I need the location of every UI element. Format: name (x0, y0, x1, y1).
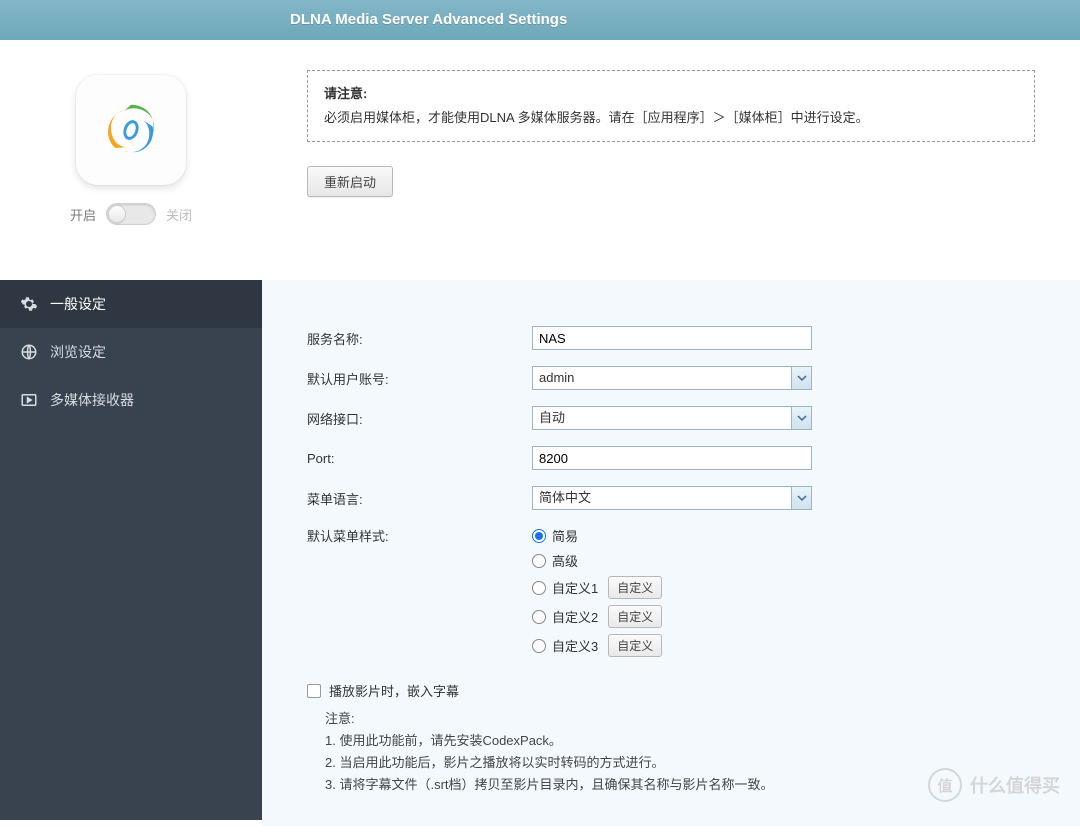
menu-lang-label: 菜单语言: (307, 489, 532, 508)
port-label: Port: (307, 451, 532, 466)
radio-icon (532, 554, 546, 568)
settings-form: 服务名称: 默认用户账号: admin 网络接口: 自动 (262, 280, 1080, 826)
note-3: 3. 请将字幕文件（.srt档）拷贝至影片目录内，且确保其名称与影片名称一致。 (325, 774, 1035, 796)
embed-subtitle-label: 播放影片时，嵌入字幕 (329, 681, 459, 700)
radio-label[interactable]: 自定义2 (552, 607, 598, 626)
default-user-value: admin (533, 367, 791, 389)
chevron-down-icon (791, 407, 811, 429)
menu-style-label: 默认菜单样式: (307, 526, 532, 545)
interface-label: 网络接口: (307, 409, 532, 428)
radio-label[interactable]: 自定义1 (552, 578, 598, 597)
sidebar-item-label: 浏览设定 (50, 342, 106, 362)
port-input[interactable] (532, 446, 812, 470)
menu-lang-value: 简体中文 (533, 487, 791, 509)
menu-style-option-simple[interactable]: 简易 (532, 526, 662, 545)
sidebar-item-general[interactable]: 一般设定 (0, 280, 262, 328)
swirl-icon (95, 94, 167, 166)
service-name-label: 服务名称: (307, 329, 532, 348)
notice-body: 必须启用媒体柜，才能使用DLNA 多媒体服务器。请在［应用程序］＞［媒体柜］中进… (324, 107, 1018, 129)
notice-box: 请注意: 必须启用媒体柜，才能使用DLNA 多媒体服务器。请在［应用程序］＞［媒… (307, 70, 1035, 142)
custom1-button[interactable]: 自定义 (608, 576, 662, 599)
notes-heading: 注意: (325, 708, 1035, 730)
app-logo (76, 75, 186, 185)
toggle-off-label: 关闭 (166, 205, 192, 224)
sidebar-item-label: 一般设定 (50, 294, 106, 314)
custom3-button[interactable]: 自定义 (608, 634, 662, 657)
sidebar-item-receiver[interactable]: 多媒体接收器 (0, 376, 262, 424)
notes-block: 注意: 1. 使用此功能前，请先安装CodexPack。 2. 当启用此功能后，… (307, 708, 1035, 796)
menu-lang-select[interactable]: 简体中文 (532, 486, 812, 510)
sidebar-nav: 一般设定 浏览设定 多媒体接收器 (0, 280, 262, 820)
play-box-icon (20, 391, 38, 409)
note-1: 1. 使用此功能前，请先安装CodexPack。 (325, 730, 1035, 752)
page-banner: DLNA Media Server Advanced Settings (0, 0, 1080, 40)
banner-title: DLNA Media Server Advanced Settings (290, 11, 567, 28)
default-user-select[interactable]: admin (532, 366, 812, 390)
notice-heading: 请注意: (324, 83, 1018, 105)
power-toggle[interactable] (106, 203, 156, 225)
interface-select[interactable]: 自动 (532, 406, 812, 430)
radio-label[interactable]: 自定义3 (552, 636, 598, 655)
chevron-down-icon (791, 367, 811, 389)
service-name-input[interactable] (532, 326, 812, 350)
sidebar-item-label: 多媒体接收器 (50, 390, 134, 410)
globe-icon (20, 343, 38, 361)
radio-icon (532, 639, 546, 653)
default-user-label: 默认用户账号: (307, 369, 532, 388)
interface-value: 自动 (533, 407, 791, 429)
radio-label: 简易 (552, 526, 578, 545)
menu-style-option-advanced[interactable]: 高级 (532, 551, 662, 570)
gear-icon (20, 295, 38, 313)
sidebar-item-browse[interactable]: 浏览设定 (0, 328, 262, 376)
radio-icon (532, 581, 546, 595)
note-2: 2. 当启用此功能后，影片之播放将以实时转码的方式进行。 (325, 752, 1035, 774)
radio-icon (532, 529, 546, 543)
radio-label: 高级 (552, 551, 578, 570)
logo-area: 开启 关闭 (0, 40, 262, 280)
chevron-down-icon (791, 487, 811, 509)
restart-button[interactable]: 重新启动 (307, 166, 393, 197)
embed-subtitle-checkbox[interactable] (307, 684, 321, 698)
radio-icon (532, 610, 546, 624)
toggle-on-label: 开启 (70, 205, 96, 224)
custom2-button[interactable]: 自定义 (608, 605, 662, 628)
